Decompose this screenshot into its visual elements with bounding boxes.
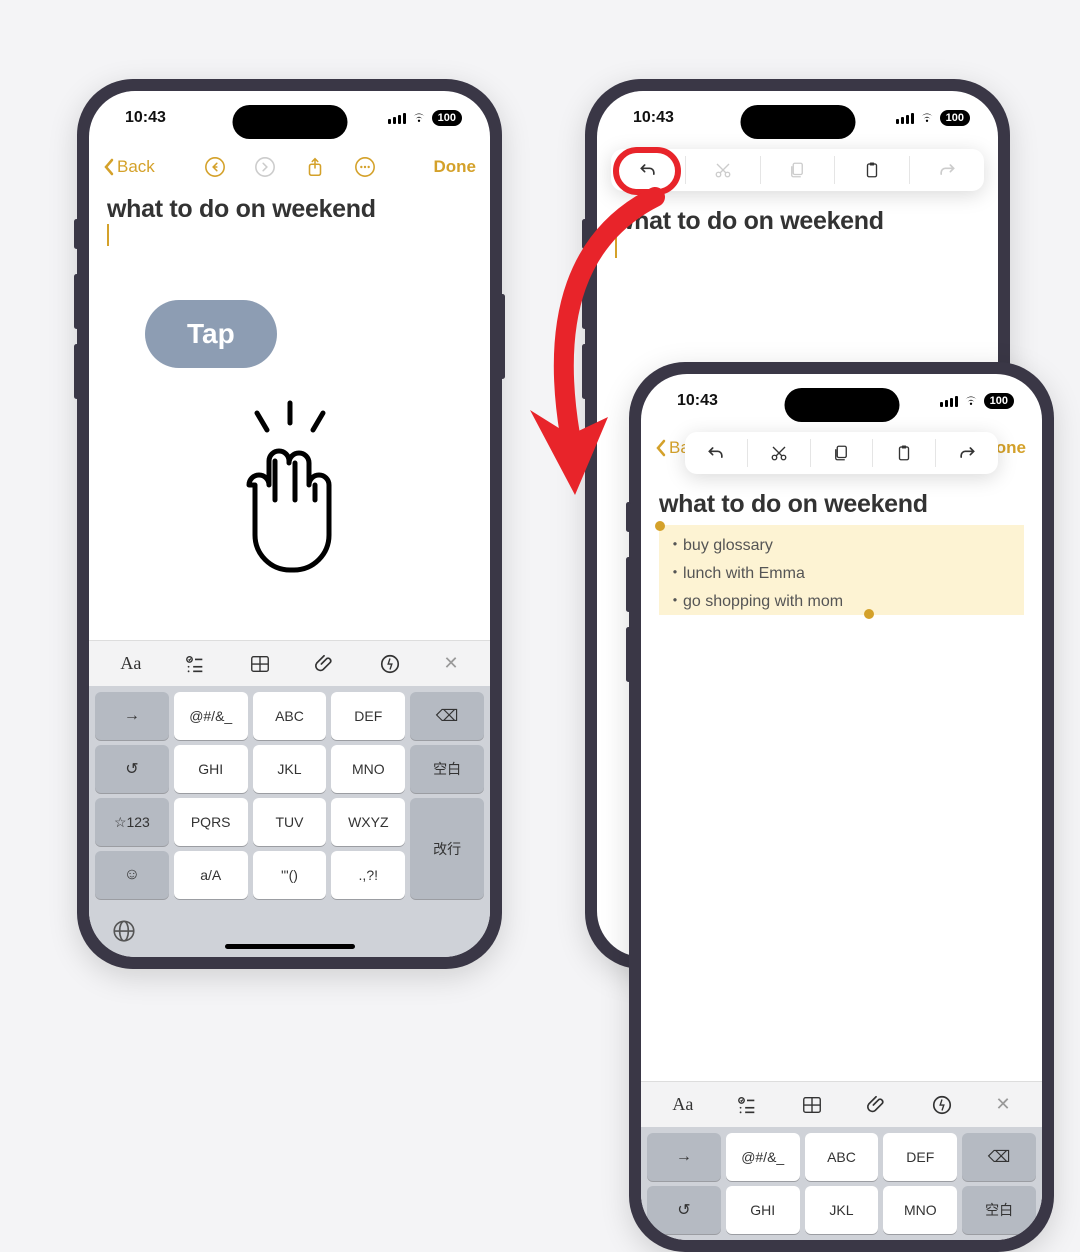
list-item: ・lunch with Emma xyxy=(661,557,1022,585)
checklist-icon[interactable] xyxy=(736,1094,758,1116)
key-sym[interactable]: @#/&_ xyxy=(726,1133,800,1181)
selected-text[interactable]: ・buy glossary ・lunch with Emma ・go shopp… xyxy=(659,525,1024,615)
nav-bar: Back Done xyxy=(89,145,490,189)
checklist-icon[interactable] xyxy=(184,653,206,675)
three-finger-tap-icon xyxy=(215,395,365,585)
text-format-icon[interactable]: Aa xyxy=(120,653,141,674)
key-tab[interactable]: → xyxy=(647,1133,721,1181)
dynamic-island xyxy=(740,105,855,139)
key-backspace[interactable]: ⌫ xyxy=(410,692,484,740)
key-def[interactable]: DEF xyxy=(883,1133,957,1181)
note-title[interactable]: what to do on weekend xyxy=(659,490,1024,519)
signal-icon xyxy=(896,113,914,124)
key-mno[interactable]: MNO xyxy=(331,745,405,793)
toolbar-cut-icon xyxy=(686,156,761,184)
text-format-icon[interactable]: Aa xyxy=(672,1094,693,1115)
done-button[interactable]: Done xyxy=(434,157,477,177)
more-icon[interactable] xyxy=(354,156,376,178)
text-cursor xyxy=(107,224,109,246)
wifi-icon xyxy=(919,112,935,124)
selection-handle-start[interactable] xyxy=(655,521,665,531)
wifi-icon xyxy=(963,395,979,407)
key-shift[interactable]: a/A xyxy=(174,851,248,899)
toolbar-paste-icon[interactable] xyxy=(873,439,936,467)
key-undo[interactable]: ↺ xyxy=(95,745,169,793)
attachment-icon[interactable] xyxy=(866,1094,888,1116)
toolbar-copy-icon[interactable] xyxy=(811,439,874,467)
key-abc[interactable]: ABC xyxy=(805,1133,879,1181)
key-enter[interactable]: 改行 xyxy=(410,798,484,899)
toolbar-redo-icon xyxy=(910,156,984,184)
key-sym[interactable]: @#/&_ xyxy=(174,692,248,740)
key-jkl[interactable]: JKL xyxy=(253,745,327,793)
share-icon[interactable] xyxy=(304,156,326,178)
toolbar-cut-icon[interactable] xyxy=(748,439,811,467)
key-emoji[interactable]: ☺ xyxy=(95,851,169,899)
dynamic-island xyxy=(232,105,347,139)
key-punct[interactable]: .,?! xyxy=(331,851,405,899)
redo-icon xyxy=(254,156,276,178)
format-bar: Aa ✕ xyxy=(641,1081,1042,1127)
attachment-icon[interactable] xyxy=(314,653,336,675)
close-keyboard-icon[interactable]: ✕ xyxy=(443,653,458,674)
key-mno[interactable]: MNO xyxy=(883,1186,957,1234)
list-item: ・buy glossary xyxy=(661,529,1022,557)
format-bar: Aa ✕ xyxy=(89,640,490,686)
status-time: 10:43 xyxy=(125,109,166,127)
keyboard[interactable]: → @#/&_ ABC DEF ⌫ ↺ GHI JKL MNO 空白 xyxy=(641,1127,1042,1240)
dynamic-island xyxy=(784,388,899,422)
key-undo[interactable]: ↺ xyxy=(647,1186,721,1234)
key-space[interactable]: 空白 xyxy=(962,1186,1036,1234)
key-jkl[interactable]: JKL xyxy=(805,1186,879,1234)
undo-icon[interactable] xyxy=(204,156,226,178)
toolbar-redo-icon[interactable] xyxy=(936,439,998,467)
key-space[interactable]: 空白 xyxy=(410,745,484,793)
key-tab[interactable]: → xyxy=(95,692,169,740)
edit-toolbar xyxy=(685,432,998,474)
key-tuv[interactable]: TUV xyxy=(253,798,327,846)
key-abc[interactable]: ABC xyxy=(253,692,327,740)
toolbar-paste-icon[interactable] xyxy=(835,156,910,184)
home-indicator[interactable] xyxy=(225,944,355,949)
status-time: 10:43 xyxy=(633,109,674,127)
toolbar-copy-icon xyxy=(761,156,836,184)
key-wxyz[interactable]: WXYZ xyxy=(331,798,405,846)
key-ghi[interactable]: GHI xyxy=(726,1186,800,1234)
signal-icon xyxy=(940,396,958,407)
draw-icon[interactable] xyxy=(931,1094,953,1116)
arrow-icon xyxy=(480,185,700,515)
chevron-left-icon xyxy=(103,158,115,176)
key-backspace[interactable]: ⌫ xyxy=(962,1133,1036,1181)
signal-icon xyxy=(388,113,406,124)
note-content[interactable]: what to do on weekend ・buy glossary ・lun… xyxy=(641,472,1042,1081)
key-ghi[interactable]: GHI xyxy=(174,745,248,793)
draw-icon[interactable] xyxy=(379,653,401,675)
note-title[interactable]: what to do on weekend xyxy=(107,195,472,224)
table-icon[interactable] xyxy=(249,653,271,675)
key-nums[interactable]: ☆123 xyxy=(95,798,169,846)
battery-icon: 100 xyxy=(432,110,462,126)
battery-icon: 100 xyxy=(940,110,970,126)
done-button[interactable]: one xyxy=(996,438,1026,458)
close-keyboard-icon[interactable]: ✕ xyxy=(995,1094,1010,1115)
keyboard[interactable]: → @#/&_ ABC DEF ⌫ ↺ GHI JKL MNO 空白 ☆123 … xyxy=(89,686,490,905)
key-def[interactable]: DEF xyxy=(331,692,405,740)
tap-label: Tap xyxy=(145,300,277,368)
wifi-icon xyxy=(411,112,427,124)
globe-icon[interactable] xyxy=(111,918,137,944)
back-button[interactable]: Back xyxy=(103,157,155,177)
table-icon[interactable] xyxy=(801,1094,823,1116)
battery-icon: 100 xyxy=(984,393,1014,409)
selection-handle-end[interactable] xyxy=(864,609,874,619)
key-pqrs[interactable]: PQRS xyxy=(174,798,248,846)
list-item: ・go shopping with mom xyxy=(661,585,849,613)
key-quotes[interactable]: '"() xyxy=(253,851,327,899)
keyboard-bottom xyxy=(89,905,490,957)
